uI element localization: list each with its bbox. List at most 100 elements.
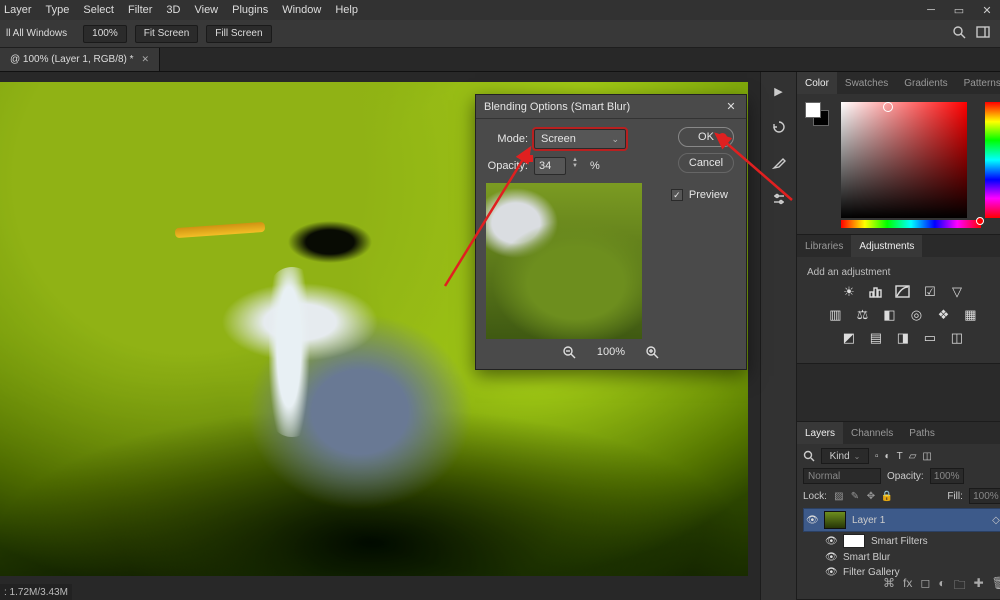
adj-exposure-icon[interactable]: ☑ [921, 284, 939, 300]
document-tab[interactable]: @ 100% (Layer 1, RGB/8) * ✕ [0, 48, 160, 71]
adj-invert-icon[interactable]: ◩ [840, 330, 858, 346]
adj-hue-icon[interactable]: ▥ [826, 307, 844, 323]
tab-paths[interactable]: Paths [901, 422, 943, 444]
opt-all-windows[interactable]: ll All Windows [2, 28, 71, 39]
visibility-icon[interactable]: 👁 [825, 552, 837, 563]
zoom-out-icon[interactable] [563, 345, 577, 359]
menu-3d[interactable]: 3D [166, 4, 180, 16]
color-field[interactable] [841, 102, 967, 218]
tab-swatches[interactable]: Swatches [837, 72, 896, 94]
link-layers-icon[interactable]: ⌘ [883, 576, 895, 597]
lock-all-icon[interactable]: 🔒 [881, 491, 893, 502]
menu-type[interactable]: Type [46, 4, 70, 16]
tab-channels[interactable]: Channels [843, 422, 901, 444]
adj-vibrance-icon[interactable]: ▽ [948, 284, 966, 300]
new-layer-icon[interactable]: ✚ [974, 576, 984, 597]
adj-photo-filter-icon[interactable]: ◎ [907, 307, 925, 323]
adj-bw-icon[interactable]: ◧ [880, 307, 898, 323]
tab-patterns[interactable]: Patterns [956, 72, 1000, 94]
adj-curves-icon[interactable] [894, 284, 912, 300]
filter-pixel-icon[interactable]: ▫ [875, 451, 879, 462]
layer-thumbnail[interactable] [824, 511, 846, 529]
lock-pixels-icon[interactable]: ▨ [833, 491, 845, 502]
play-icon[interactable]: ▶ [770, 82, 788, 100]
filter-shape-icon[interactable]: ▱ [909, 451, 917, 462]
filter-smart-blur-row[interactable]: 👁 Smart Blur [803, 550, 1000, 565]
layer-name[interactable]: Layer 1 [852, 515, 885, 526]
menu-plugins[interactable]: Plugins [232, 4, 268, 16]
layers-filter-kind[interactable]: Kind⌄ [821, 448, 869, 464]
sliders-icon[interactable] [770, 190, 788, 208]
fill-value[interactable]: 100% [969, 488, 1000, 504]
adj-channel-mixer-icon[interactable]: ❖ [934, 307, 952, 323]
adj-brightness-icon[interactable]: ☀ [840, 284, 858, 300]
menu-window[interactable]: Window [282, 4, 321, 16]
menu-help[interactable]: Help [335, 4, 358, 16]
opacity-stepper[interactable]: ▲▼ [572, 157, 584, 175]
menu-filter[interactable]: Filter [128, 4, 152, 16]
delete-layer-icon[interactable]: 🗑 [992, 576, 1000, 597]
tab-libraries[interactable]: Libraries [797, 235, 851, 257]
layer-row-layer1[interactable]: 👁 Layer 1 ◇ [803, 508, 1000, 532]
ok-button[interactable]: OK [678, 127, 734, 147]
adj-lookup-icon[interactable]: ▦ [961, 307, 979, 323]
tab-gradients[interactable]: Gradients [896, 72, 955, 94]
visibility-icon[interactable]: 👁 [825, 536, 837, 547]
preview-checkbox[interactable]: ✓ Preview [671, 189, 728, 201]
dialog-titlebar[interactable]: Blending Options (Smart Blur) ✕ [476, 95, 746, 119]
layers-search-icon[interactable] [803, 450, 815, 462]
fg-bg-swatches[interactable] [805, 102, 829, 126]
smart-object-icon[interactable]: ◇ [992, 515, 1000, 526]
layer-mask-icon[interactable]: ◻ [920, 576, 930, 597]
filter-smart-icon[interactable]: ◫ [922, 451, 931, 462]
smart-filters-group[interactable]: 👁 Smart Filters [803, 532, 1000, 550]
menu-select[interactable]: Select [83, 4, 114, 16]
opacity-value[interactable]: 100% [930, 468, 964, 484]
adj-selective-icon[interactable]: ◫ [948, 330, 966, 346]
history-icon[interactable] [770, 118, 788, 136]
blend-mode-select[interactable]: Normal [803, 468, 881, 484]
cancel-button[interactable]: Cancel [678, 153, 734, 173]
color-strip-marker[interactable] [976, 217, 984, 225]
opacity-input[interactable]: 34 [534, 157, 566, 175]
lock-artboard-icon[interactable]: ✥ [865, 491, 877, 502]
menu-view[interactable]: View [194, 4, 218, 16]
color-strip[interactable] [841, 220, 981, 228]
color-picker-marker[interactable] [883, 102, 893, 112]
layer-fx-icon[interactable]: fx [903, 576, 912, 597]
search-icon[interactable] [952, 25, 966, 42]
adj-threshold-icon[interactable]: ◨ [894, 330, 912, 346]
window-minimize-icon[interactable]: ─ [924, 3, 938, 17]
window-close-icon[interactable]: ✕ [980, 3, 994, 17]
mode-select[interactable]: Screen ⌄ [534, 129, 626, 149]
brush-icon[interactable] [770, 154, 788, 172]
opt-fill-screen[interactable]: Fill Screen [206, 25, 271, 43]
fg-swatch[interactable] [805, 102, 821, 118]
checkbox-icon[interactable]: ✓ [671, 189, 683, 201]
window-restore-icon[interactable]: ▭ [952, 3, 966, 17]
opt-zoom-value[interactable]: 100% [83, 25, 127, 43]
new-adjustment-icon[interactable]: ◐ [938, 576, 945, 597]
filter-type-icon[interactable]: T [897, 451, 903, 462]
tab-color[interactable]: Color [797, 72, 837, 94]
close-tab-icon[interactable]: ✕ [142, 54, 150, 65]
adj-color-balance-icon[interactable]: ⚖ [853, 307, 871, 323]
opt-fit-screen[interactable]: Fit Screen [135, 25, 199, 43]
hue-slider[interactable] [985, 102, 1000, 218]
visibility-icon[interactable]: 👁 [806, 515, 818, 526]
menu-layer[interactable]: Layer [4, 4, 32, 16]
tab-layers[interactable]: Layers [797, 422, 843, 444]
zoom-in-icon[interactable] [645, 345, 659, 359]
adj-levels-icon[interactable] [867, 284, 885, 300]
new-group-icon[interactable]: 🗀 [954, 576, 966, 597]
workspace-icon[interactable] [976, 25, 990, 42]
adj-posterize-icon[interactable]: ▤ [867, 330, 885, 346]
filter-adjust-icon[interactable]: ◐ [885, 451, 891, 462]
dialog-preview-image[interactable] [486, 183, 642, 339]
close-icon[interactable]: ✕ [724, 100, 738, 114]
adj-gradient-map-icon[interactable]: ▭ [921, 330, 939, 346]
tab-adjustments[interactable]: Adjustments [851, 235, 922, 257]
filter-name[interactable]: Smart Blur [843, 552, 890, 563]
visibility-icon[interactable]: 👁 [825, 567, 837, 578]
lock-position-icon[interactable]: ✎ [849, 491, 861, 502]
